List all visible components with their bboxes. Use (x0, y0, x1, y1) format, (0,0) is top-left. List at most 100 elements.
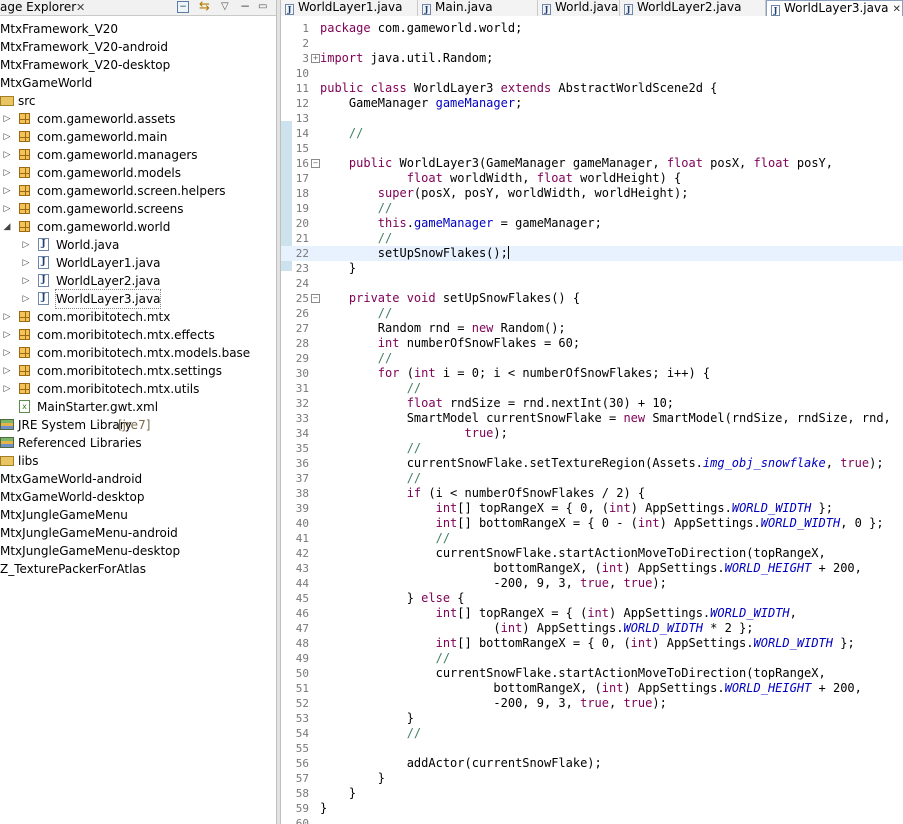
code-line[interactable]: 39 int[] topRangeX = { 0, (int) AppSetti… (281, 501, 903, 516)
code-line[interactable]: 2 (281, 36, 903, 51)
code-line[interactable]: 23 } (281, 261, 903, 276)
collapse-fold-icon[interactable]: − (311, 159, 320, 168)
code-line[interactable]: 59} (281, 801, 903, 816)
code-line[interactable]: 18 super(posX, posY, worldWidth, worldHe… (281, 186, 903, 201)
tree-item[interactable]: ◢ com.gameworld.world (0, 218, 276, 236)
code-line[interactable]: 17 float worldWidth, float worldHeight) … (281, 171, 903, 186)
code-line[interactable]: 41 // (281, 531, 903, 546)
code-line[interactable]: 30 for (int i = 0; i < numberOfSnowFlake… (281, 366, 903, 381)
code-line[interactable]: 57 } (281, 771, 903, 786)
code-line[interactable]: 49 // (281, 651, 903, 666)
code-line[interactable]: 19 // (281, 201, 903, 216)
collapsed-arrow-icon[interactable]: ▷ (2, 200, 12, 218)
tree-item[interactable]: ▷ J WorldLayer1.java (0, 254, 276, 272)
code-line[interactable]: 35 // (281, 441, 903, 456)
tree-item[interactable]: ▷ J WorldLayer2.java (0, 272, 276, 290)
collapsed-arrow-icon[interactable]: ▷ (2, 182, 12, 200)
tree-item[interactable]: libs (0, 452, 276, 470)
editor-tab[interactable]: J WorldLayer3.java ✕ (766, 0, 903, 16)
tree-item[interactable]: MtxGameWorld-desktop (0, 488, 276, 506)
code-editor[interactable]: 1 package com.gameworld.world; 2 3 + import j… (281, 16, 903, 824)
collapsed-arrow-icon[interactable]: ▷ (2, 128, 12, 146)
tree-item[interactable]: src (0, 92, 276, 110)
tree-item[interactable]: x MainStarter.gwt.xml (0, 398, 276, 416)
code-line[interactable]: 60 (281, 816, 903, 824)
tree-item[interactable]: MtxJungleGameMenu (0, 506, 276, 524)
tree-item[interactable]: Referenced Libraries (0, 434, 276, 452)
code-line[interactable]: 33 SmartModel currentSnowFlake = new Sma… (281, 411, 903, 426)
editor-tab[interactable]: J World.java (538, 0, 620, 16)
tree-item[interactable]: JRE System Library [jre7] (0, 416, 276, 434)
code-line[interactable]: 47 (int) AppSettings.WORLD_WIDTH * 2 }; (281, 621, 903, 636)
code-line[interactable]: 52 -200, 9, 3, true, true); (281, 696, 903, 711)
code-line[interactable]: 38 if (i < numberOfSnowFlakes / 2) { (281, 486, 903, 501)
collapsed-arrow-icon[interactable]: ▷ (2, 146, 12, 164)
code-line[interactable]: 54 // (281, 726, 903, 741)
code-line[interactable]: 15 (281, 141, 903, 156)
tree-item[interactable]: ▷ com.moribitotech.mtx.settings (0, 362, 276, 380)
collapsed-arrow-icon[interactable]: ▷ (21, 290, 31, 308)
tree-item[interactable]: ▷ com.gameworld.managers (0, 146, 276, 164)
code-line[interactable]: 25− private void setUpSnowFlakes() { (281, 291, 903, 306)
code-line[interactable]: 13 (281, 111, 903, 126)
collapsed-arrow-icon[interactable]: ▷ (2, 326, 12, 344)
collapsed-arrow-icon[interactable]: ▷ (2, 110, 12, 128)
code-line[interactable]: 56 addActor(currentSnowFlake); (281, 756, 903, 771)
code-line[interactable]: 28 int numberOfSnowFlakes = 60; (281, 336, 903, 351)
editor-tab[interactable]: J WorldLayer2.java (620, 0, 766, 16)
code-line[interactable]: 53 } (281, 711, 903, 726)
collapsed-arrow-icon[interactable]: ▷ (21, 236, 31, 254)
code-line[interactable]: 27 Random rnd = new Random(); (281, 321, 903, 336)
code-line[interactable]: 42 currentSnowFlake.startActionMoveToDir… (281, 546, 903, 561)
code-line[interactable]: 55 (281, 741, 903, 756)
code-line[interactable]: 37 // (281, 471, 903, 486)
collapsed-arrow-icon[interactable]: ▷ (2, 362, 12, 380)
tree-item[interactable]: MtxFramework_V20 (0, 20, 276, 38)
code-line[interactable]: 34 true); (281, 426, 903, 441)
tree-item[interactable]: Z_TexturePackerForAtlas (0, 560, 276, 578)
collapsed-arrow-icon[interactable]: ▷ (2, 164, 12, 182)
tree-item[interactable]: ▷ com.gameworld.models (0, 164, 276, 182)
code-line[interactable]: 21 // (281, 231, 903, 246)
tree-item[interactable]: MtxFramework_V20-desktop (0, 56, 276, 74)
tree-item[interactable]: ▷ com.gameworld.main (0, 128, 276, 146)
collapsed-arrow-icon[interactable]: ▷ (21, 272, 31, 290)
collapsed-arrow-icon[interactable]: ▷ (2, 344, 12, 362)
expand-fold-icon[interactable]: + (311, 54, 320, 63)
code-line[interactable]: 48 int[] bottomRangeX = { 0, (int) AppSe… (281, 636, 903, 651)
tree-item[interactable]: ▷ com.moribitotech.mtx.utils (0, 380, 276, 398)
collapsed-arrow-icon[interactable]: ▷ (2, 380, 12, 398)
code-line[interactable]: 32 float rndSize = rnd.nextInt(30) + 10; (281, 396, 903, 411)
code-line[interactable]: 22 setUpSnowFlakes(); (281, 246, 903, 261)
code-line[interactable]: 46 int[] topRangeX = { (int) AppSettings… (281, 606, 903, 621)
tree-item[interactable]: ▷ J World.java (0, 236, 276, 254)
code-line[interactable]: 36 currentSnowFlake.setTextureRegion(Ass… (281, 456, 903, 471)
tree-item[interactable]: MtxGameWorld-android (0, 470, 276, 488)
tree-item[interactable]: ▷ com.moribitotech.mtx.effects (0, 326, 276, 344)
code-line[interactable]: 14 // (281, 126, 903, 141)
code-line[interactable]: 40 int[] bottomRangeX = { 0 - (int) AppS… (281, 516, 903, 531)
editor-tab[interactable]: J Main.java (418, 0, 538, 16)
code-line[interactable]: 1 package com.gameworld.world; (281, 21, 903, 36)
code-line[interactable]: 31 // (281, 381, 903, 396)
tree-item[interactable]: MtxFramework_V20-android (0, 38, 276, 56)
tree-item[interactable]: ▷ com.moribitotech.mtx.models.base (0, 344, 276, 362)
tree-item[interactable]: MtxJungleGameMenu-android (0, 524, 276, 542)
link-with-editor-icon[interactable]: ⇆ (199, 0, 210, 14)
code-line[interactable]: 24 (281, 276, 903, 291)
tree-item[interactable]: ▷ com.moribitotech.mtx (0, 308, 276, 326)
tree-item[interactable]: MtxGameWorld (0, 74, 276, 92)
close-icon[interactable]: ✕ (76, 0, 85, 15)
tree-item[interactable]: ▷ com.gameworld.screens (0, 200, 276, 218)
code-line[interactable]: 11 public class WorldLayer3 extends Abstr… (281, 81, 903, 96)
code-line[interactable]: 16− public WorldLayer3(GameManager gameM… (281, 156, 903, 171)
expanded-arrow-icon[interactable]: ◢ (2, 218, 12, 236)
close-tab-icon[interactable]: ✕ (892, 4, 900, 15)
code-line[interactable]: 44 -200, 9, 3, true, true); (281, 576, 903, 591)
tree-item[interactable]: MtxJungleGameMenu-desktop (0, 542, 276, 560)
code-line[interactable]: 12 GameManager gameManager; (281, 96, 903, 111)
code-line[interactable]: 20 this.gameManager = gameManager; (281, 216, 903, 231)
code-line[interactable]: 45 } else { (281, 591, 903, 606)
collapsed-arrow-icon[interactable]: ▷ (21, 254, 31, 272)
tree-item[interactable]: ▷ com.gameworld.assets (0, 110, 276, 128)
